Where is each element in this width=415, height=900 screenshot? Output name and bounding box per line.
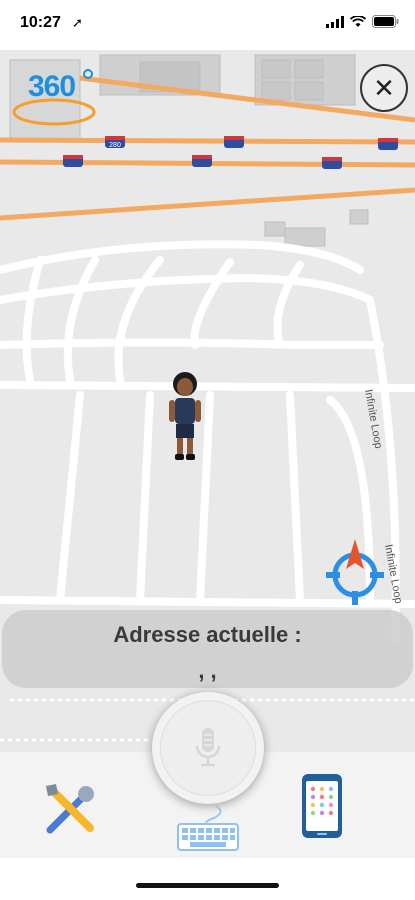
tools-icon xyxy=(46,784,94,834)
compass-icon[interactable] xyxy=(326,535,384,607)
keyboard-icon xyxy=(177,805,239,851)
highway-shield: 280 xyxy=(109,142,121,149)
status-icons xyxy=(326,15,399,28)
apps-button[interactable] xyxy=(300,772,344,840)
battery-icon xyxy=(372,15,399,28)
avatar-character xyxy=(169,372,201,460)
home-indicator[interactable] xyxy=(136,883,279,888)
address-value: , , xyxy=(198,658,217,683)
location-arrow-icon: ➚ xyxy=(72,15,83,30)
wifi-icon xyxy=(350,15,366,27)
microphone-button[interactable] xyxy=(152,692,264,804)
keyboard-button[interactable] xyxy=(176,804,240,852)
address-label: Adresse actuelle : xyxy=(113,622,302,647)
close-icon: ✕ xyxy=(373,72,395,103)
address-panel: Adresse actuelle : , , xyxy=(2,610,413,688)
view-360-button[interactable]: 360 xyxy=(10,62,98,130)
tools-button[interactable] xyxy=(40,780,100,840)
phone-apps-icon xyxy=(302,774,342,838)
close-button[interactable]: ✕ xyxy=(360,64,408,112)
microphone-inner xyxy=(160,700,256,796)
microphone-icon xyxy=(195,728,221,767)
status-time: 10:27 xyxy=(20,14,61,31)
degree-icon xyxy=(12,69,96,126)
signal-icon xyxy=(326,15,344,28)
status-bar: 10:27 ➚ xyxy=(0,0,415,50)
